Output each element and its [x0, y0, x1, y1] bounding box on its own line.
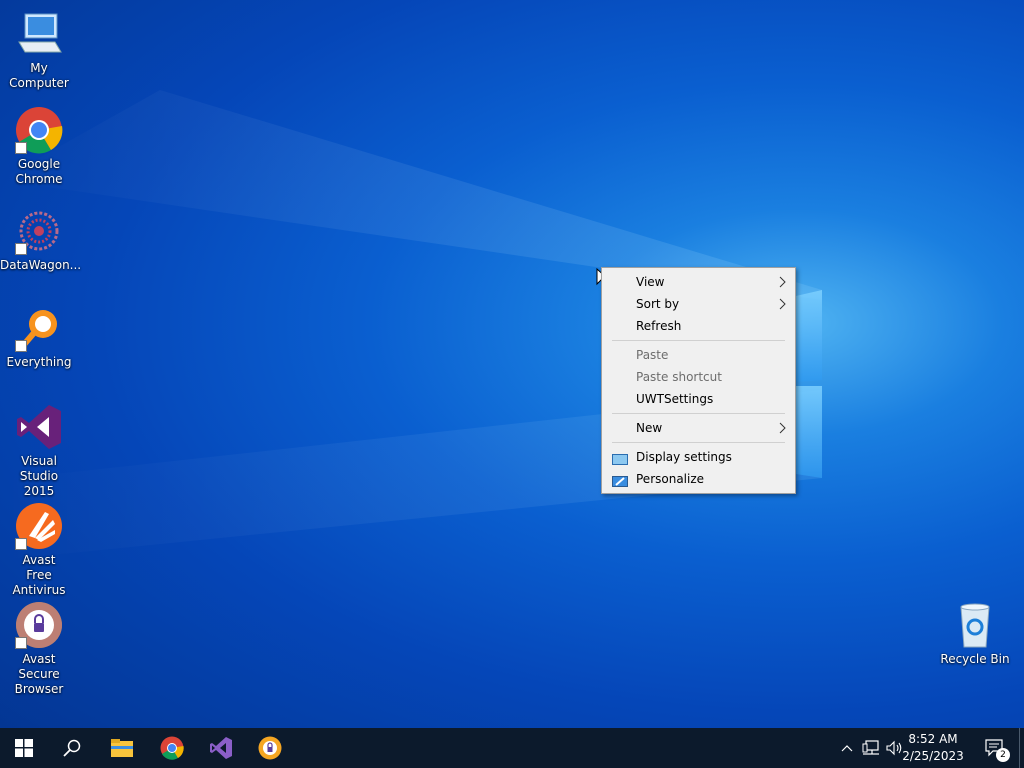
shortcut-arrow-icon	[15, 538, 27, 550]
file-explorer-icon	[111, 739, 133, 757]
desktop-icon-google-chrome[interactable]: Google Chrome	[0, 106, 78, 187]
desktop-icon-visual-studio[interactable]: Visual Studio 2015	[0, 403, 78, 499]
show-desktop-button[interactable]	[1019, 728, 1024, 768]
desktop-icon-label: Avast Secure Browser	[14, 652, 64, 696]
menu-item-sort-by[interactable]: Sort by	[602, 293, 795, 315]
network-icon	[862, 740, 879, 755]
visual-studio-icon	[210, 737, 232, 759]
desktop-icon-recycle-bin[interactable]: Recycle Bin	[936, 601, 1014, 667]
avast-browser-icon	[258, 736, 282, 760]
menu-item-label: Personalize	[636, 472, 705, 486]
clock-time: 8:52 AM	[908, 732, 958, 746]
taskbar-visual-studio[interactable]	[197, 728, 245, 768]
visual-studio-icon	[15, 403, 63, 451]
start-icon	[15, 739, 33, 757]
menu-item-label: View	[636, 275, 665, 289]
menu-item-label: Sort by	[636, 297, 680, 311]
start-button[interactable]	[0, 728, 48, 768]
chevron-up-icon	[841, 745, 853, 752]
menu-separator	[612, 340, 785, 341]
personalize-icon	[612, 473, 628, 495]
menu-item-refresh[interactable]: Refresh	[602, 315, 795, 337]
notification-count-badge: 2	[996, 748, 1010, 762]
desktop-icon-label: Google Chrome	[15, 157, 63, 186]
desktop-icon-label: Visual Studio 2015	[19, 454, 59, 498]
menu-item-paste-shortcut: Paste shortcut	[602, 366, 795, 388]
desktop-icon-label: My Computer	[9, 61, 69, 90]
desktop-context-menu: View Sort by Refresh Paste Paste shortcu…	[601, 267, 796, 494]
desktop-icon-label: Recycle Bin	[940, 652, 1010, 666]
menu-item-display-settings[interactable]: Display settings	[602, 446, 795, 468]
taskbar-avast-browser[interactable]	[246, 728, 294, 768]
desktop-icon-everything[interactable]: Everything	[0, 304, 78, 370]
action-center-button[interactable]: 2	[978, 728, 1012, 768]
network-button[interactable]	[860, 728, 882, 768]
menu-item-uwtsettings[interactable]: UWTSettings	[602, 388, 795, 410]
clock-date: 2/25/2023	[902, 749, 964, 763]
menu-item-label: UWTSettings	[636, 392, 714, 406]
menu-item-new[interactable]: New	[602, 417, 795, 439]
menu-item-label: Paste shortcut	[636, 370, 722, 384]
everything-search-icon	[15, 304, 63, 352]
menu-item-personalize[interactable]: Personalize	[602, 468, 795, 490]
chrome-icon	[160, 736, 184, 760]
avast-browser-icon	[15, 601, 63, 649]
menu-item-label: Paste	[636, 348, 669, 362]
menu-separator	[612, 413, 785, 414]
search-button[interactable]	[48, 728, 96, 768]
menu-item-view[interactable]: View	[602, 271, 795, 293]
recycle-bin-icon	[951, 601, 999, 649]
desktop-icon-datawagon[interactable]: DataWagon...	[0, 207, 82, 273]
taskbar-file-explorer[interactable]	[98, 728, 146, 768]
datawagon-icon	[15, 207, 63, 255]
desktop-icon-label: DataWagon...	[0, 258, 82, 272]
chevron-right-icon	[778, 417, 786, 446]
menu-item-paste: Paste	[602, 344, 795, 366]
windows-logo-light-beams	[0, 90, 822, 560]
menu-item-label: Display settings	[636, 450, 732, 464]
desktop-icon-label: Everything	[6, 355, 72, 369]
shortcut-arrow-icon	[15, 637, 27, 649]
shortcut-arrow-icon	[15, 142, 27, 154]
desktop-wallpaper[interactable]	[0, 0, 1024, 728]
desktop-icon-avast-secure-browser[interactable]: Avast Secure Browser	[0, 601, 78, 697]
taskbar-chrome[interactable]	[148, 728, 196, 768]
computer-icon	[15, 10, 63, 58]
shortcut-arrow-icon	[15, 340, 27, 352]
taskbar-clock[interactable]: 8:52 AM 2/25/2023	[898, 731, 968, 765]
desktop-icon-label: Avast Free Antivirus	[12, 553, 66, 597]
desktop-icon-avast-antivirus[interactable]: Avast Free Antivirus	[0, 502, 78, 598]
menu-item-label: Refresh	[636, 319, 682, 333]
tray-overflow-button[interactable]	[838, 728, 856, 768]
desktop-icon-my-computer[interactable]: My Computer	[0, 10, 78, 91]
chrome-icon	[15, 106, 63, 154]
shortcut-arrow-icon	[15, 243, 27, 255]
menu-item-label: New	[636, 421, 663, 435]
menu-separator	[612, 442, 785, 443]
avast-antivirus-icon	[15, 502, 63, 550]
search-icon	[63, 739, 81, 757]
taskbar: 8:52 AM 2/25/2023 2	[0, 728, 1024, 768]
